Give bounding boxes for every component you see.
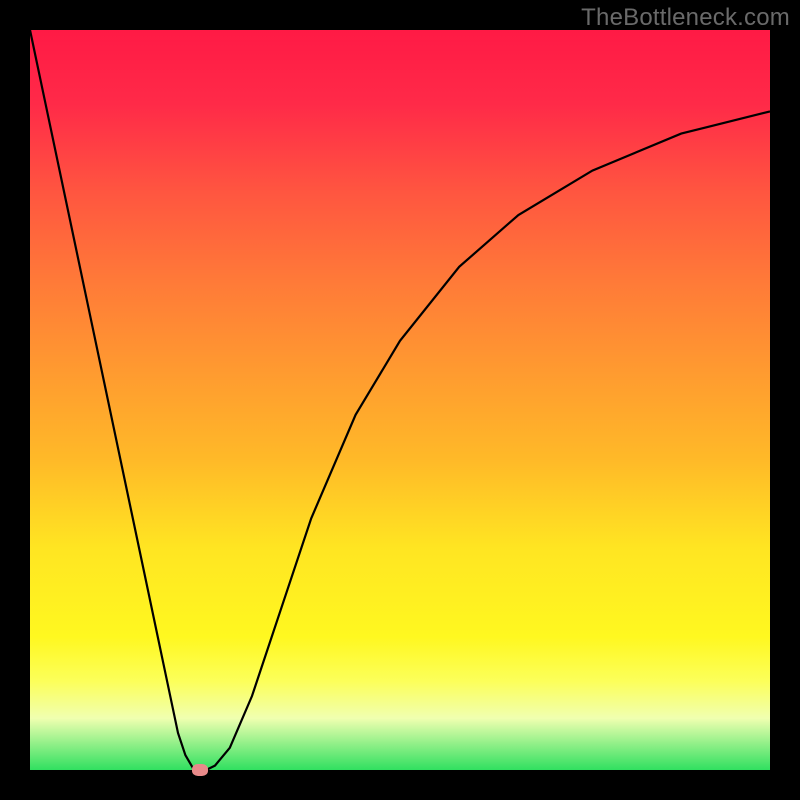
curve-path [30, 30, 770, 770]
watermark-text: TheBottleneck.com [581, 4, 790, 32]
optimal-marker [192, 764, 208, 776]
chart-frame: TheBottleneck.com [0, 0, 800, 800]
plot-area [30, 30, 770, 770]
bottleneck-curve [30, 30, 770, 770]
